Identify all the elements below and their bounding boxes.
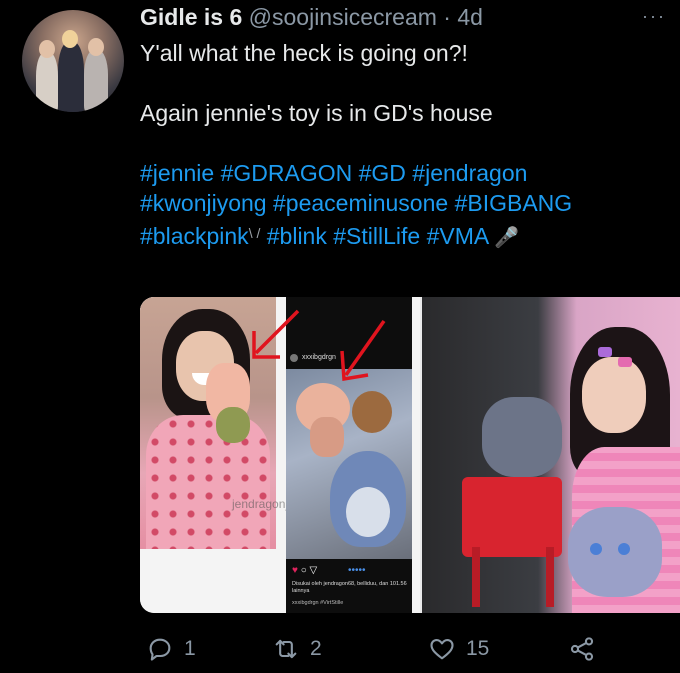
share-icon [570,637,594,661]
sparkle-emoji-icon: \ / [248,225,261,241]
reply-icon [149,638,171,661]
hashtag-line: #blackpink\ / #blink #StillLife #VMA 🎤 [140,218,670,253]
hashtag-link[interactable]: #jendragon [412,160,527,186]
avatar-figure [58,42,84,112]
hashtag-link[interactable]: #peaceminusone [273,190,448,216]
hashtag-line: #kwonjiyong #peaceminusone #BIGBANG [140,188,670,218]
hashtag-link[interactable]: #StillLife [333,223,420,249]
tweet: Gidle is 6 @soojinsicecream · 4d ··· Y'a… [0,0,680,673]
display-name[interactable]: Gidle is 6 [140,4,242,30]
retweet-button[interactable]: 2 [272,632,322,666]
hashtag-link[interactable]: #VMA [427,223,488,249]
hashtag-link[interactable]: #blink [267,223,327,249]
like-button[interactable]: 15 [428,632,489,666]
red-arrow-icon [340,319,386,382]
avatar-head [39,40,55,58]
retweet-icon [275,639,297,659]
retweet-count: 2 [310,637,322,660]
grey-cat-plush [482,397,562,477]
carousel-dots-icon: ••••• [348,565,366,576]
microphone-emoji-icon: 🎤 [494,227,520,249]
user-handle[interactable]: @soojinsicecream [249,4,437,30]
timestamp[interactable]: 4d [457,4,483,30]
tweet-media[interactable]: jendragon_68 xxxibgdrgn ♥ ○ ▽ ••••• Disu… [140,297,680,613]
hashtag-link[interactable]: #kwonjiyong [140,190,267,216]
insta-likes-caption: Disukai oleh jendragon68, belliduu, dan … [292,581,407,594]
heart-icon [430,638,454,660]
red-chair [462,477,562,557]
insta-actions: ♥ ○ ▽ ••••• [292,565,366,576]
tweet-line: Y'all what the heck is going on?! [140,40,468,66]
reply-button[interactable]: 1 [146,632,196,666]
tweet-line: Again jennie's toy is in GD's house [140,100,493,126]
girl-face [582,357,646,433]
like-count: 15 [466,637,490,660]
hashtag-line: #jennie #GDRAGON #GD #jendragon [140,158,670,188]
media-image-left[interactable]: jendragon_68 xxxibgdrgn ♥ ○ ▽ ••••• Disu… [140,297,420,613]
photo-plush-toys [286,369,412,559]
purple-cat-plush [568,507,662,597]
tweet-header: Gidle is 6 @soojinsicecream · 4d [140,2,483,34]
media-image-right[interactable] [422,297,680,613]
hashtag-link[interactable]: #GDRAGON [221,160,353,186]
share-button[interactable] [568,632,596,666]
insta-post-caption: xxxibgdrgn #VirtStille [292,600,344,606]
hashtag-link[interactable]: #blackpink [140,223,249,249]
heart-icon: ♥ [292,565,298,576]
more-options-icon[interactable]: ··· [642,6,666,27]
avatar[interactable] [22,10,124,112]
hashtag-link[interactable]: #GD [359,160,406,186]
avatar-head [88,38,104,56]
tweet-actions: 1 2 15 [140,632,660,666]
separator: · [443,4,451,30]
reply-count: 1 [184,637,196,660]
tweet-text: Y'all what the heck is going on?! Again … [140,38,670,253]
hashtag-link[interactable]: #jennie [140,160,214,186]
hashtag-link[interactable]: #BIGBANG [455,190,573,216]
comment-icon: ○ [300,565,307,576]
send-icon: ▽ [309,565,318,576]
avatar-figure [84,50,108,112]
avatar-head [62,30,78,48]
avatar-figure [36,52,58,112]
red-arrow-icon [252,309,300,359]
